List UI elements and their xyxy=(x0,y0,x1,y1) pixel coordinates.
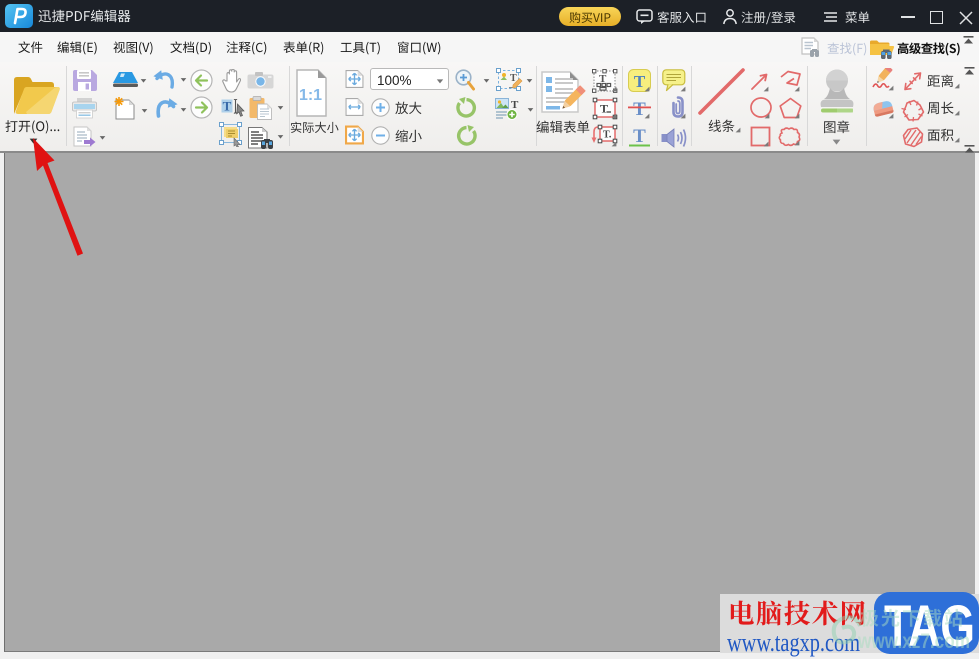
svg-text:www.xz7.com: www.xz7.com xyxy=(857,630,970,653)
svg-text:T: T xyxy=(223,99,232,114)
svg-text:T.: T. xyxy=(603,130,612,141)
svg-text:T: T xyxy=(633,126,646,147)
svg-text:T: T xyxy=(600,102,608,116)
svg-text:1:1: 1:1 xyxy=(299,87,322,104)
